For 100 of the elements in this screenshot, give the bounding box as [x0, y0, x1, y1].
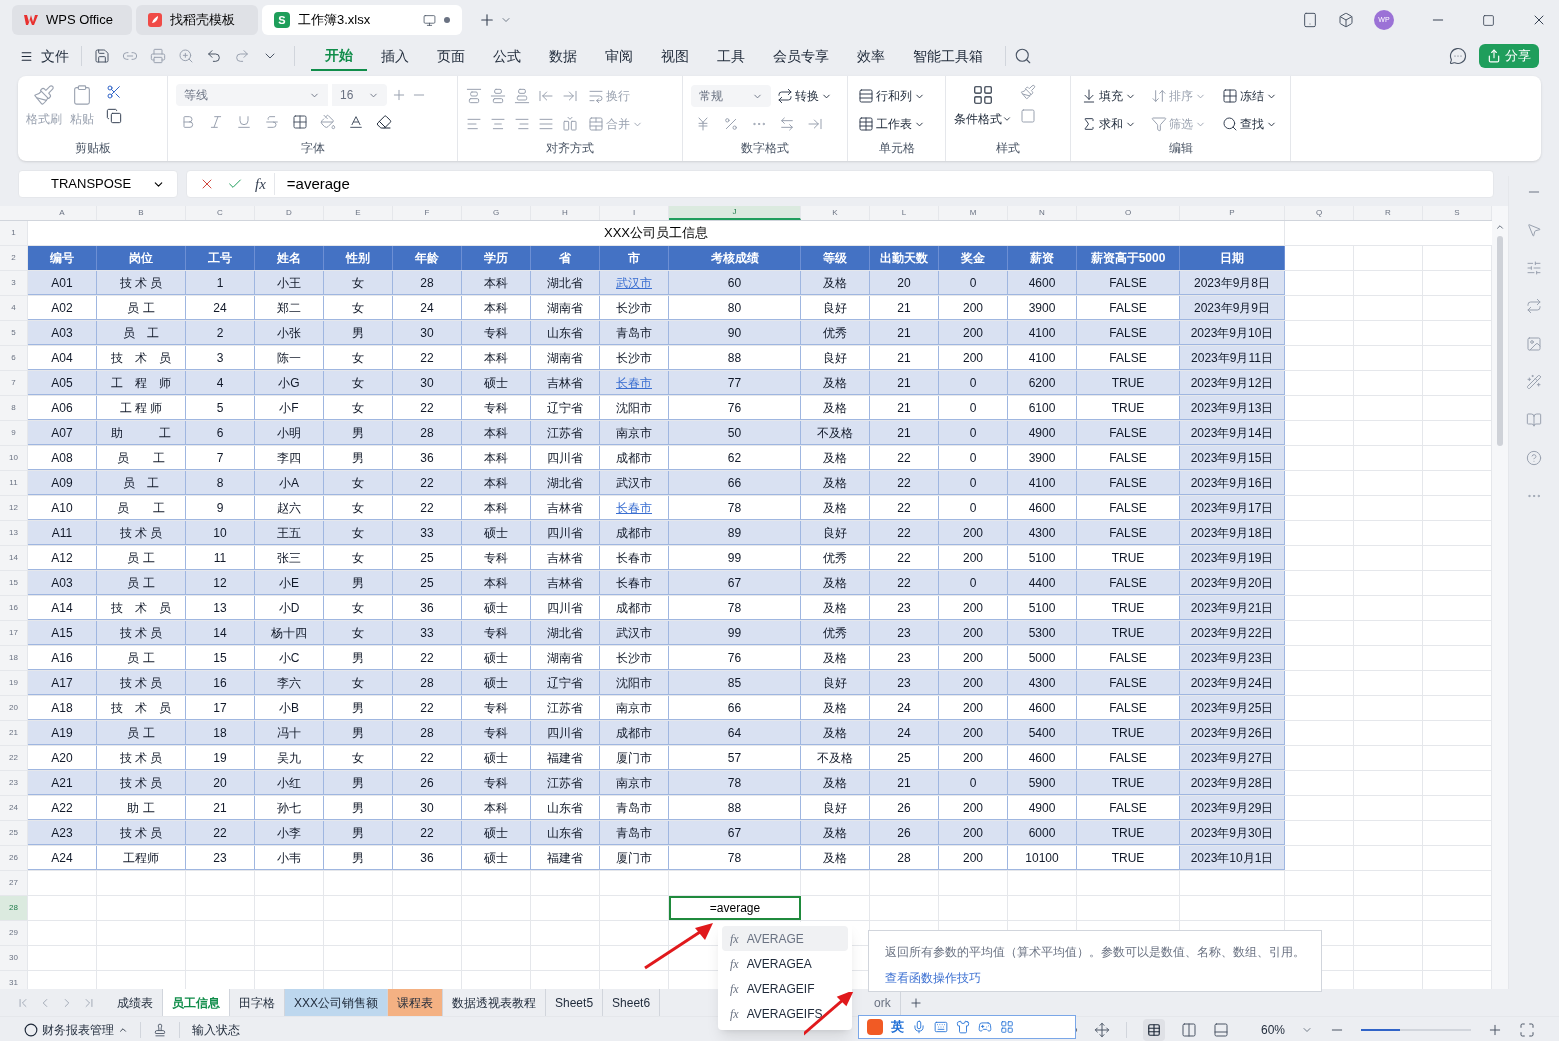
- active-cell[interactable]: =average: [669, 896, 801, 920]
- cube-icon[interactable]: [1338, 12, 1354, 28]
- page-view-icon[interactable]: [1212, 1022, 1229, 1038]
- align-right-icon[interactable]: [514, 116, 530, 132]
- row-number[interactable]: 31: [0, 971, 28, 989]
- workbook-tool-button[interactable]: 财务报表管理: [24, 1021, 128, 1039]
- undo-icon[interactable]: [206, 48, 222, 64]
- row-number[interactable]: 15: [0, 571, 28, 595]
- row-number[interactable]: 22: [0, 746, 28, 770]
- row-number[interactable]: 26: [0, 846, 28, 870]
- font-size-field[interactable]: 16: [332, 84, 387, 106]
- row-number[interactable]: 18: [0, 646, 28, 670]
- redo-icon[interactable]: [234, 48, 250, 64]
- row-number[interactable]: 3: [0, 271, 28, 295]
- align-center-icon[interactable]: [490, 116, 506, 132]
- function-label[interactable]: fx: [255, 172, 275, 196]
- tablet-icon[interactable]: [1302, 12, 1318, 28]
- align-left-icon[interactable]: [466, 116, 482, 132]
- sheet-tab[interactable]: 课程表: [388, 989, 443, 1016]
- row-number[interactable]: 4: [0, 296, 28, 320]
- column-header[interactable]: G: [462, 206, 531, 220]
- column-header[interactable]: N: [1008, 206, 1077, 220]
- ribbon-button[interactable]: 填充: [1079, 84, 1142, 108]
- scroll-up-icon[interactable]: [1495, 222, 1505, 232]
- column-header[interactable]: O: [1077, 206, 1180, 220]
- indent-decrease-icon[interactable]: [538, 88, 554, 104]
- formula-field[interactable]: fx =average: [186, 170, 1494, 198]
- menu-tab[interactable]: 公式: [479, 41, 535, 71]
- row-number[interactable]: 5: [0, 321, 28, 345]
- row-number[interactable]: 21: [0, 721, 28, 745]
- gamepad-icon[interactable]: [978, 1020, 992, 1034]
- ribbon-button[interactable]: 转换: [775, 84, 834, 108]
- scrollbar-thumb[interactable]: [1497, 236, 1503, 446]
- pointer-icon[interactable]: [1526, 222, 1542, 238]
- maximize-icon[interactable]: [1482, 13, 1495, 27]
- screen-icon[interactable]: [423, 13, 436, 27]
- row-number[interactable]: 20: [0, 696, 28, 720]
- menu-tab[interactable]: 数据: [535, 41, 591, 71]
- row-number[interactable]: 9: [0, 421, 28, 445]
- ime-mode[interactable]: 英: [891, 1017, 904, 1037]
- copy-icon[interactable]: [106, 108, 122, 124]
- font-color-icon[interactable]: [348, 114, 364, 130]
- eraser-icon[interactable]: [376, 114, 392, 130]
- file-menu[interactable]: 文件: [20, 45, 69, 67]
- menu-tab[interactable]: 开始: [311, 41, 367, 71]
- name-box[interactable]: TRANSPOSE: [18, 170, 178, 198]
- print-icon[interactable]: [150, 48, 166, 64]
- font-name-field[interactable]: 等线: [176, 84, 328, 106]
- column-header[interactable]: B: [97, 206, 186, 220]
- row-number[interactable]: 19: [0, 671, 28, 695]
- percent-icon[interactable]: [723, 116, 739, 132]
- function-option[interactable]: fx AVERAGE: [722, 926, 848, 951]
- row-number[interactable]: 12: [0, 496, 28, 520]
- row-number[interactable]: 16: [0, 596, 28, 620]
- column-header[interactable]: K: [801, 206, 870, 220]
- menu-tab[interactable]: 视图: [647, 41, 703, 71]
- ribbon-button[interactable]: 工作表: [856, 112, 927, 136]
- normal-view-button[interactable]: [1142, 1019, 1165, 1041]
- row-number[interactable]: 1: [0, 221, 28, 245]
- align-top-icon[interactable]: [466, 88, 482, 104]
- preview-icon[interactable]: [178, 48, 194, 64]
- column-header[interactable]: D: [255, 206, 324, 220]
- menu-tab[interactable]: 页面: [423, 41, 479, 71]
- row-number[interactable]: 10: [0, 446, 28, 470]
- align-bottom-icon[interactable]: [514, 88, 530, 104]
- column-header[interactable]: A: [28, 206, 97, 220]
- menu-tab[interactable]: 工具: [703, 41, 759, 71]
- transform-icon[interactable]: [1526, 298, 1542, 314]
- wand-icon[interactable]: [1526, 374, 1542, 390]
- underline-icon[interactable]: [236, 114, 252, 130]
- style-icon[interactable]: [1020, 84, 1036, 100]
- grow-font-icon[interactable]: [391, 87, 407, 103]
- indent-increase-icon[interactable]: [562, 88, 578, 104]
- ribbon-button[interactable]: 冻结: [1219, 84, 1282, 108]
- row-number[interactable]: 11: [0, 471, 28, 495]
- menu-tab[interactable]: 审阅: [591, 41, 647, 71]
- scissors-icon[interactable]: [106, 84, 122, 100]
- new-tab-icon[interactable]: [478, 11, 496, 29]
- save-icon[interactable]: [94, 48, 110, 64]
- distribute-icon[interactable]: [562, 116, 578, 132]
- skin-icon[interactable]: [956, 1020, 970, 1034]
- app-tab[interactable]: S 工作簿3.xlsx: [262, 5, 462, 35]
- menu-tab[interactable]: 效率: [843, 41, 899, 71]
- row-number[interactable]: 2: [0, 246, 28, 270]
- add-sheet-icon[interactable]: [908, 995, 923, 1010]
- ribbon-button[interactable]: 查找: [1219, 112, 1282, 136]
- row-number[interactable]: 17: [0, 621, 28, 645]
- row-number[interactable]: 28: [0, 896, 28, 920]
- image-icon[interactable]: [1526, 336, 1542, 352]
- sliders-icon[interactable]: [1526, 260, 1542, 276]
- mic-icon[interactable]: [912, 1020, 926, 1034]
- row-number[interactable]: 7: [0, 371, 28, 395]
- search-icon[interactable]: [1014, 47, 1032, 65]
- apps-icon[interactable]: [1000, 1020, 1014, 1034]
- zoom-in-icon[interactable]: [1487, 1022, 1503, 1038]
- number-format-field[interactable]: 常规: [691, 85, 771, 107]
- row-number[interactable]: 29: [0, 921, 28, 945]
- column-header[interactable]: C: [186, 206, 255, 220]
- align-middle-icon[interactable]: [490, 88, 506, 104]
- zoom-value[interactable]: 60%: [1260, 1021, 1285, 1039]
